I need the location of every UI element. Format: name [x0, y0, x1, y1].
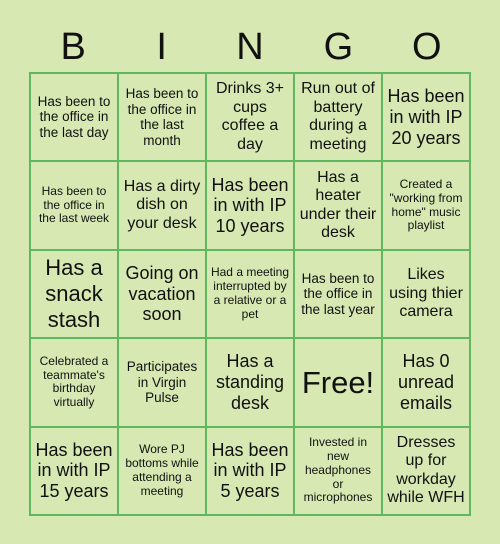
- cell-text: Dresses up for workday while WFH: [387, 434, 465, 507]
- cell-text: Has been to the office in the last year: [301, 270, 375, 317]
- cell-text: Has been to the office in the last week: [38, 183, 110, 226]
- bingo-cell[interactable]: Has been to the office in the last week: [30, 161, 118, 250]
- bingo-cell[interactable]: Has been in with IP 5 years: [206, 426, 294, 515]
- header-letter-i: I: [156, 26, 167, 68]
- bingo-cell[interactable]: Invested in new headphones or microphone…: [294, 426, 382, 515]
- header-letter-g: G: [323, 26, 354, 68]
- bingo-cell[interactable]: Has a snack stash: [30, 249, 118, 339]
- header-letter-n: N: [236, 26, 264, 68]
- cell-text: Has a standing desk: [215, 351, 285, 413]
- bingo-cell[interactable]: Has been to the office in the last month: [118, 73, 206, 162]
- cell-text: Has been in with IP 10 years: [211, 174, 289, 236]
- bingo-cell[interactable]: Has a standing desk: [206, 338, 294, 427]
- cell-text: Has a dirty dish on your desk: [123, 178, 201, 232]
- bingo-cell[interactable]: Has been in with IP 20 years: [382, 73, 470, 162]
- bingo-cell[interactable]: Run out of battery during a meeting: [294, 73, 382, 162]
- bingo-header: B I N G O: [29, 26, 471, 68]
- cell-text: Has 0 unread emails: [397, 351, 455, 413]
- bingo-cell[interactable]: Celebrated a teammate's birthday virtual…: [30, 338, 118, 427]
- bingo-cell[interactable]: Drinks 3+ cups coffee a day: [206, 73, 294, 162]
- cell-text: Has been to the office in the last month: [125, 86, 199, 148]
- bingo-cell[interactable]: Wore PJ bottoms while attending a meetin…: [118, 426, 206, 515]
- bingo-cell[interactable]: Has been in with IP 10 years: [206, 161, 294, 250]
- bingo-cell[interactable]: Has been to the office in the last year: [294, 249, 382, 339]
- bingo-cell[interactable]: Likes using thier camera: [382, 249, 470, 339]
- cell-text: Has a snack stash: [45, 255, 103, 332]
- cell-text: Created a "working from home" music play…: [389, 177, 463, 233]
- cell-text: Has been in with IP 15 years: [35, 439, 113, 502]
- cell-text: Likes using thier camera: [389, 266, 463, 321]
- bingo-cell[interactable]: Has a dirty dish on your desk: [118, 161, 206, 250]
- cell-text: Has a heater under their desk: [299, 168, 377, 241]
- bingo-cell[interactable]: Has been in with IP 15 years: [30, 426, 118, 515]
- cell-text: Drinks 3+ cups coffee a day: [215, 80, 285, 153]
- bingo-cell[interactable]: Participates in Virgin Pulse: [118, 338, 206, 427]
- header-letter-b: B: [60, 26, 86, 68]
- bingo-cell[interactable]: Going on vacation soon: [118, 249, 206, 339]
- bingo-cell[interactable]: Dresses up for workday while WFH: [382, 426, 470, 515]
- bingo-cell[interactable]: Has 0 unread emails: [382, 338, 470, 427]
- cell-text: Has been to the office in the last day: [37, 93, 111, 140]
- cell-text: Wore PJ bottoms while attending a meetin…: [125, 442, 199, 498]
- cell-text: Going on vacation soon: [125, 262, 199, 325]
- cell-text: Has been in with IP 5 years: [211, 439, 289, 502]
- cell-text: Invested in new headphones or microphone…: [303, 435, 373, 505]
- bingo-cell[interactable]: Created a "working from home" music play…: [382, 161, 470, 250]
- bingo-cell[interactable]: Has been to the office in the last day: [30, 73, 118, 162]
- cell-text: Had a meeting interrupted by a relative …: [210, 265, 290, 321]
- cell-text: Has been in with IP 20 years: [387, 86, 465, 148]
- bingo-cell[interactable]: Has a heater under their desk: [294, 161, 382, 250]
- cell-text: Celebrated a teammate's birthday virtual…: [39, 353, 109, 410]
- cell-text: Run out of battery during a meeting: [301, 80, 375, 153]
- bingo-board: Has been to the office in the last day H…: [29, 72, 471, 516]
- free-space-text: Free!: [301, 364, 375, 400]
- bingo-cell[interactable]: Had a meeting interrupted by a relative …: [206, 249, 294, 339]
- cell-text: Participates in Virgin Pulse: [126, 359, 198, 406]
- header-letter-o: O: [412, 26, 442, 68]
- free-space-cell[interactable]: Free!: [294, 338, 382, 427]
